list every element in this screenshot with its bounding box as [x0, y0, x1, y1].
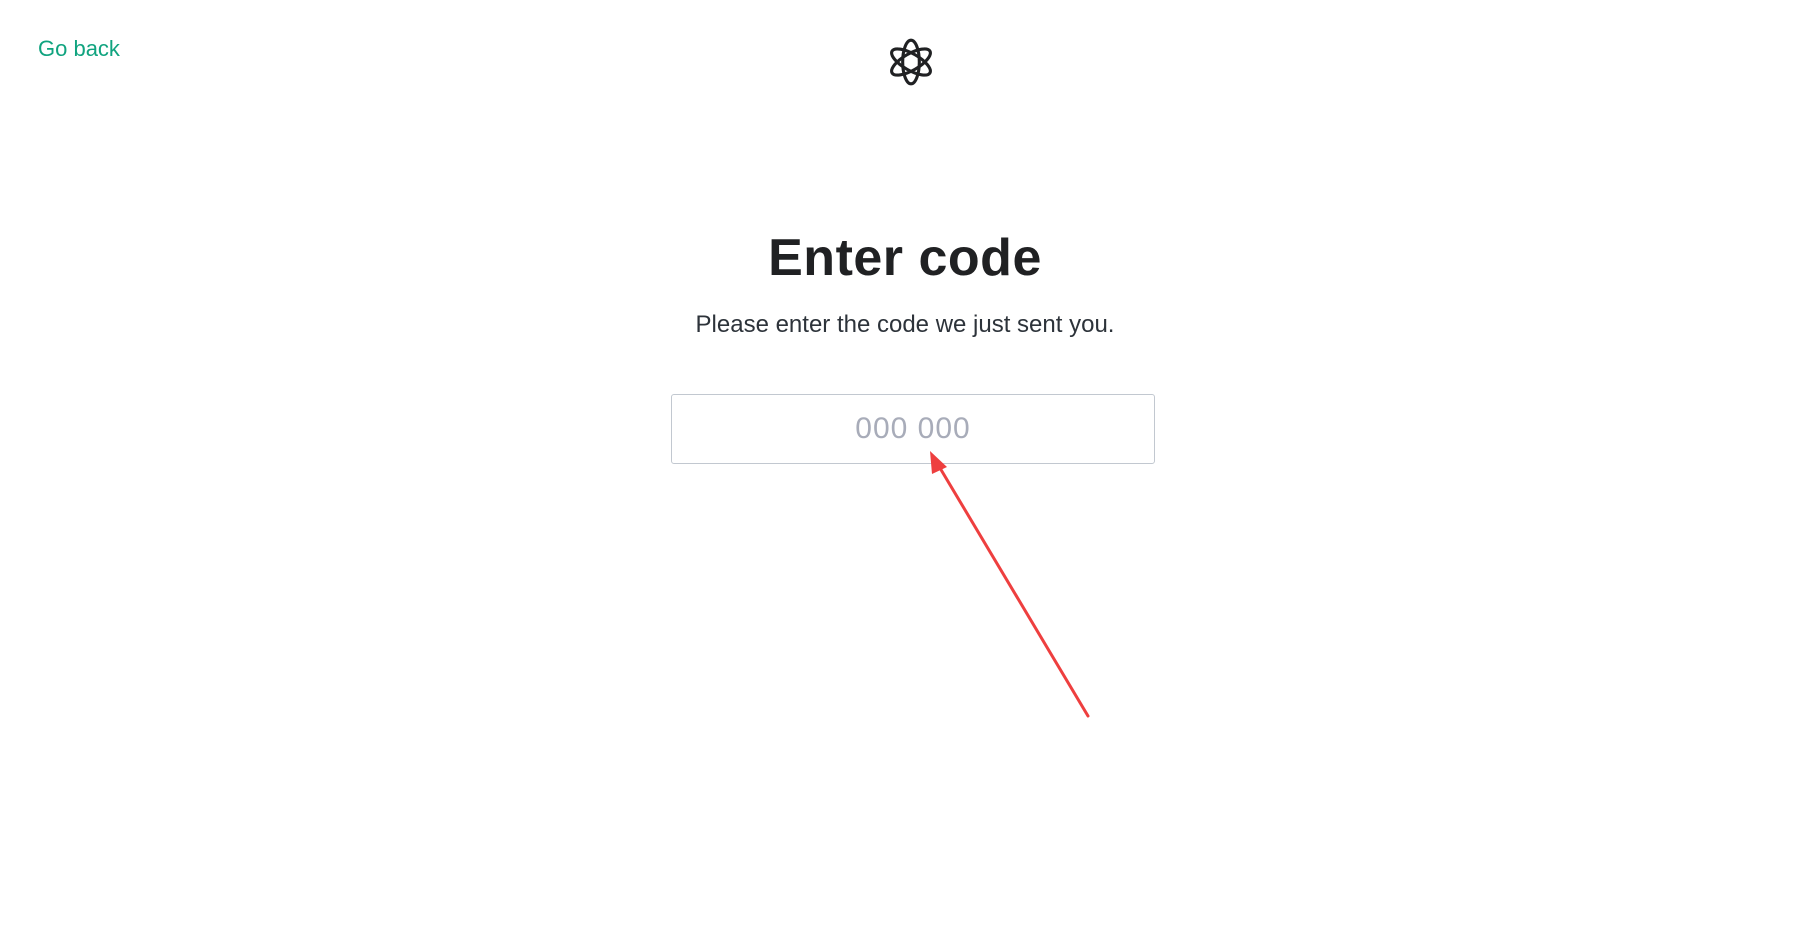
- code-input[interactable]: [671, 394, 1155, 464]
- page-subtitle: Please enter the code we just sent you.: [695, 311, 1115, 338]
- openai-logo-icon: [890, 38, 932, 86]
- red-arrow-annotation: [930, 451, 1090, 718]
- go-back-link[interactable]: Go back: [38, 36, 120, 62]
- page-title: Enter code: [768, 229, 1042, 287]
